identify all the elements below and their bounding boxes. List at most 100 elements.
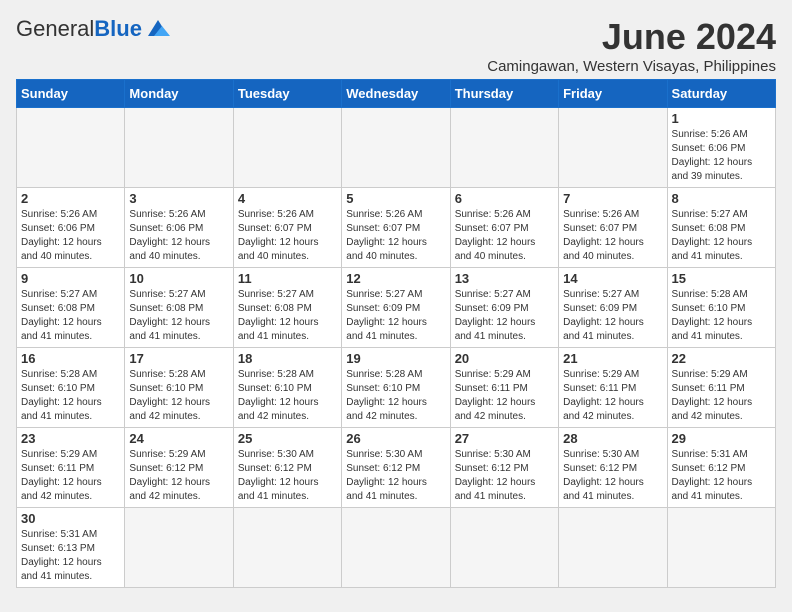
calendar-day-cell: 24Sunrise: 5:29 AM Sunset: 6:12 PM Dayli…: [125, 428, 233, 508]
day-info: Sunrise: 5:30 AM Sunset: 6:12 PM Dayligh…: [563, 448, 662, 504]
weekday-header-saturday: Saturday: [667, 80, 775, 108]
calendar-day-cell: 21 Sunrise: 5:29 AM Sunset: 6:11 PM Dayli…: [559, 348, 667, 428]
calendar-day-cell: 30 Sunrise: 5:31 AM Sunset: 6:13 PM Dayli…: [17, 508, 125, 588]
calendar-day-cell: 10 Sunrise: 5:27 AM Sunset: 6:08 PM Dayli…: [125, 268, 233, 348]
day-info: Sunrise: 5:28 AM Sunset: 6:10 PM Dayligh…: [238, 368, 337, 424]
day-number: 6: [455, 191, 554, 206]
day-number: 16: [21, 351, 120, 366]
calendar-day-cell: 9Sunrise: 5:27 AM Sunset: 6:08 PM Daylig…: [17, 268, 125, 348]
logo-icon: [144, 18, 172, 40]
day-info: Sunrise: 5:28 AM Sunset: 6:10 PM Dayligh…: [21, 368, 120, 424]
calendar-day-cell: 25 Sunrise: 5:30 AM Sunset: 6:12 PM Dayli…: [233, 428, 341, 508]
calendar-table: SundayMondayTuesdayWednesdayThursdayFrid…: [16, 79, 776, 588]
day-number: 13: [455, 271, 554, 286]
calendar-day-cell: 8 Sunrise: 5:27 AM Sunset: 6:08 PM Daylig…: [667, 188, 775, 268]
day-info: Sunrise: 5:26 AM Sunset: 6:07 PM Dayligh…: [238, 208, 337, 264]
calendar-week-row: 23 Sunrise: 5:29 AM Sunset: 6:11 PM Dayli…: [17, 428, 776, 508]
day-info: Sunrise: 5:26 AM Sunset: 6:07 PM Dayligh…: [346, 208, 445, 264]
day-info: Sunrise: 5:30 AM Sunset: 6:12 PM Dayligh…: [455, 448, 554, 504]
day-info: Sunrise: 5:27 AM Sunset: 6:09 PM Dayligh…: [346, 288, 445, 344]
day-info: Sunrise: 5:26 AM Sunset: 6:07 PM Dayligh…: [563, 208, 662, 264]
day-info: Sunrise: 5:29 AM Sunset: 6:11 PM Dayligh…: [672, 368, 771, 424]
day-info: Sunrise: 5:30 AM Sunset: 6:12 PM Dayligh…: [238, 448, 337, 504]
calendar-day-cell: [342, 108, 450, 188]
day-number: 22: [672, 351, 771, 366]
calendar-week-row: 16 Sunrise: 5:28 AM Sunset: 6:10 PM Dayli…: [17, 348, 776, 428]
calendar-day-cell: 18 Sunrise: 5:28 AM Sunset: 6:10 PM Dayli…: [233, 348, 341, 428]
calendar-day-cell: 17 Sunrise: 5:28 AM Sunset: 6:10 PM Dayli…: [125, 348, 233, 428]
weekday-header-wednesday: Wednesday: [342, 80, 450, 108]
day-number: 29: [672, 431, 771, 446]
day-info: Sunrise: 5:29 AM Sunset: 6:11 PM Dayligh…: [563, 368, 662, 424]
location-subtitle: Camingawan, Western Visayas, Philippines: [487, 58, 776, 75]
calendar-week-row: 2 Sunrise: 5:26 AM Sunset: 6:06 PM Daylig…: [17, 188, 776, 268]
day-info: Sunrise: 5:27 AM Sunset: 6:09 PM Dayligh…: [455, 288, 554, 344]
day-info: Sunrise: 5:27 AM Sunset: 6:08 PM Dayligh…: [129, 288, 228, 344]
day-info: Sunrise: 5:27 AM Sunset: 6:09 PM Dayligh…: [563, 288, 662, 344]
day-number: 17: [129, 351, 228, 366]
day-number: 1: [672, 111, 771, 126]
calendar-day-cell: 11 Sunrise: 5:27 AM Sunset: 6:08 PM Dayli…: [233, 268, 341, 348]
calendar-day-cell: 15Sunrise: 5:28 AM Sunset: 6:10 PM Dayli…: [667, 268, 775, 348]
day-number: 25: [238, 431, 337, 446]
title-area: June 2024 Camingawan, Western Visayas, P…: [487, 16, 776, 75]
day-number: 3: [129, 191, 228, 206]
day-info: Sunrise: 5:26 AM Sunset: 6:06 PM Dayligh…: [21, 208, 120, 264]
calendar-day-cell: 7Sunrise: 5:26 AM Sunset: 6:07 PM Daylig…: [559, 188, 667, 268]
day-number: 18: [238, 351, 337, 366]
day-number: 23: [21, 431, 120, 446]
day-number: 2: [21, 191, 120, 206]
weekday-header-tuesday: Tuesday: [233, 80, 341, 108]
day-number: 26: [346, 431, 445, 446]
day-info: Sunrise: 5:31 AM Sunset: 6:12 PM Dayligh…: [672, 448, 771, 504]
weekday-header-sunday: Sunday: [17, 80, 125, 108]
weekday-header-row: SundayMondayTuesdayWednesdayThursdayFrid…: [17, 80, 776, 108]
calendar-day-cell: [125, 508, 233, 588]
day-info: Sunrise: 5:27 AM Sunset: 6:08 PM Dayligh…: [238, 288, 337, 344]
calendar-day-cell: 1Sunrise: 5:26 AM Sunset: 6:06 PM Daylig…: [667, 108, 775, 188]
calendar-day-cell: [233, 108, 341, 188]
calendar-week-row: 9Sunrise: 5:27 AM Sunset: 6:08 PM Daylig…: [17, 268, 776, 348]
day-number: 21: [563, 351, 662, 366]
calendar-day-cell: 6 Sunrise: 5:26 AM Sunset: 6:07 PM Daylig…: [450, 188, 558, 268]
day-info: Sunrise: 5:27 AM Sunset: 6:08 PM Dayligh…: [672, 208, 771, 264]
day-number: 11: [238, 271, 337, 286]
day-number: 20: [455, 351, 554, 366]
calendar-day-cell: 29 Sunrise: 5:31 AM Sunset: 6:12 PM Dayli…: [667, 428, 775, 508]
day-number: 19: [346, 351, 445, 366]
calendar-day-cell: 26Sunrise: 5:30 AM Sunset: 6:12 PM Dayli…: [342, 428, 450, 508]
calendar-day-cell: 3 Sunrise: 5:26 AM Sunset: 6:06 PM Daylig…: [125, 188, 233, 268]
weekday-header-friday: Friday: [559, 80, 667, 108]
day-number: 28: [563, 431, 662, 446]
day-number: 15: [672, 271, 771, 286]
calendar-day-cell: [559, 108, 667, 188]
calendar-week-row: 30 Sunrise: 5:31 AM Sunset: 6:13 PM Dayli…: [17, 508, 776, 588]
calendar-day-cell: [667, 508, 775, 588]
day-number: 5: [346, 191, 445, 206]
day-number: 8: [672, 191, 771, 206]
day-info: Sunrise: 5:28 AM Sunset: 6:10 PM Dayligh…: [129, 368, 228, 424]
calendar-day-cell: 4Sunrise: 5:26 AM Sunset: 6:07 PM Daylig…: [233, 188, 341, 268]
logo-area: GeneralBlue: [16, 16, 172, 42]
calendar-day-cell: 14Sunrise: 5:27 AM Sunset: 6:09 PM Dayli…: [559, 268, 667, 348]
calendar-day-cell: 28 Sunrise: 5:30 AM Sunset: 6:12 PM Dayli…: [559, 428, 667, 508]
calendar-day-cell: 12Sunrise: 5:27 AM Sunset: 6:09 PM Dayli…: [342, 268, 450, 348]
day-info: Sunrise: 5:26 AM Sunset: 6:07 PM Dayligh…: [455, 208, 554, 264]
weekday-header-monday: Monday: [125, 80, 233, 108]
month-title: June 2024: [487, 16, 776, 58]
day-info: Sunrise: 5:28 AM Sunset: 6:10 PM Dayligh…: [346, 368, 445, 424]
day-info: Sunrise: 5:31 AM Sunset: 6:13 PM Dayligh…: [21, 528, 120, 584]
calendar-day-cell: [559, 508, 667, 588]
day-info: Sunrise: 5:27 AM Sunset: 6:08 PM Dayligh…: [21, 288, 120, 344]
day-info: Sunrise: 5:29 AM Sunset: 6:11 PM Dayligh…: [21, 448, 120, 504]
day-number: 24: [129, 431, 228, 446]
logo-blue-text: Blue: [94, 16, 142, 42]
day-info: Sunrise: 5:29 AM Sunset: 6:11 PM Dayligh…: [455, 368, 554, 424]
calendar-day-cell: 16 Sunrise: 5:28 AM Sunset: 6:10 PM Dayli…: [17, 348, 125, 428]
calendar-day-cell: 19 Sunrise: 5:28 AM Sunset: 6:10 PM Dayli…: [342, 348, 450, 428]
day-info: Sunrise: 5:26 AM Sunset: 6:06 PM Dayligh…: [129, 208, 228, 264]
calendar-day-cell: 20 Sunrise: 5:29 AM Sunset: 6:11 PM Dayli…: [450, 348, 558, 428]
day-number: 30: [21, 511, 120, 526]
day-number: 10: [129, 271, 228, 286]
calendar-day-cell: 22 Sunrise: 5:29 AM Sunset: 6:11 PM Dayli…: [667, 348, 775, 428]
